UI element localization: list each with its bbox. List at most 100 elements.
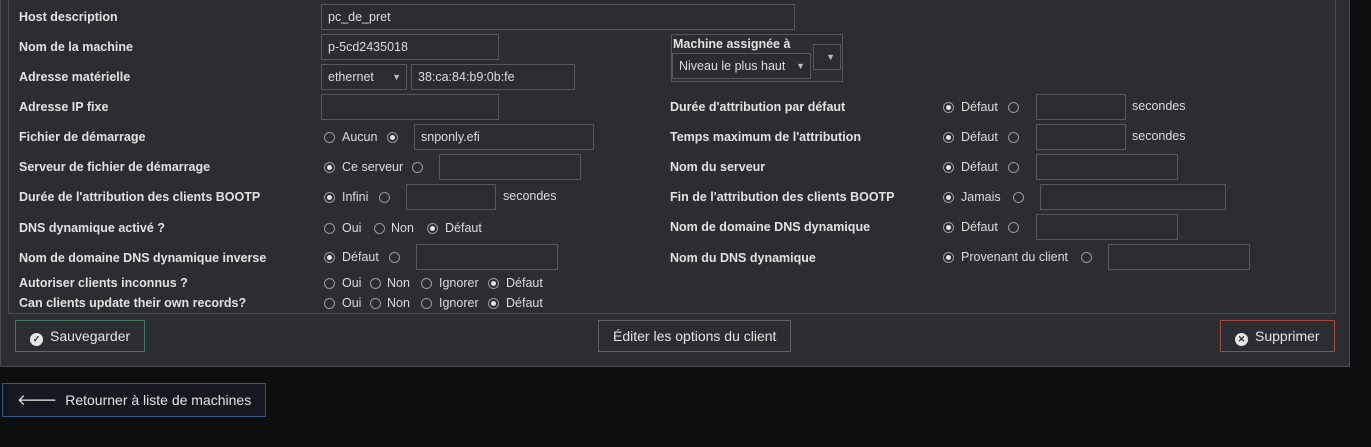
unknown-clients-default-radio[interactable]: [488, 278, 499, 289]
default-lease-custom-radio[interactable]: [1008, 102, 1019, 113]
boot-file-none-radio[interactable]: [324, 132, 335, 143]
bootp-end-custom-radio[interactable]: [1013, 192, 1024, 203]
bootp-lease-infinite-radio[interactable]: [324, 192, 335, 203]
max-lease-unit: secondes: [1132, 129, 1186, 143]
dyn-dns-no-radio[interactable]: [374, 223, 385, 234]
save-button[interactable]: ✓ Sauvegarder: [15, 320, 146, 352]
dyn-dns-yes-radio[interactable]: [324, 223, 335, 234]
max-lease-label: Temps maximum de l'attribution: [670, 130, 861, 144]
bootp-lease-input[interactable]: [406, 184, 496, 210]
delete-button[interactable]: ✕ Supprimer: [1220, 320, 1335, 352]
default-lease-label: Durée d'attribution par défaut: [670, 100, 846, 114]
save-button-label: Sauvegarder: [50, 328, 131, 344]
unknown-clients-ignore-radio[interactable]: [421, 278, 432, 289]
max-lease-custom-radio[interactable]: [1008, 132, 1019, 143]
hw-type-select[interactable]: ethernet ▼: [321, 64, 407, 90]
client-updates-no-text: Non: [387, 296, 410, 310]
assigned-level-value: Niveau le plus haut: [679, 59, 786, 73]
hw-type-value: ethernet: [328, 70, 374, 84]
unknown-clients-ignore-text: Ignorer: [439, 276, 479, 290]
boot-server-this-radio[interactable]: [324, 162, 335, 173]
unknown-clients-no-text: Non: [387, 276, 410, 290]
boot-server-custom-radio[interactable]: [412, 162, 423, 173]
host-description-input[interactable]: pc_de_pret: [321, 4, 795, 30]
client-updates-label: Can clients update their own records?: [19, 296, 247, 310]
bootp-lease-infinite-text: Infini: [342, 190, 369, 204]
bootp-end-label: Fin de l'attribution des clients BOOTP: [670, 190, 895, 204]
bootp-lease-custom-radio[interactable]: [379, 192, 390, 203]
client-updates-ignore-radio[interactable]: [421, 298, 432, 309]
dyn-dns-label: DNS dynamique activé ?: [19, 221, 165, 235]
server-name-default-text: Défaut: [961, 160, 998, 174]
assigned-target-select[interactable]: ▼: [813, 44, 841, 70]
max-lease-default-text: Défaut: [961, 130, 998, 144]
reverse-dns-default-radio[interactable]: [324, 252, 335, 263]
chevron-down-icon: ▼: [392, 72, 401, 82]
back-to-machines-button[interactable]: 🡐 Retourner à liste de machines: [2, 383, 267, 417]
reverse-dns-input[interactable]: [416, 244, 558, 270]
edit-client-options-label: Éditer les options du client: [613, 328, 777, 344]
dyn-dns-name-label: Nom du DNS dynamique: [670, 251, 816, 265]
host-form: Host description pc_de_pret Nom de la ma…: [8, 0, 1336, 314]
dyn-dns-domain-default-text: Défaut: [961, 220, 998, 234]
client-updates-yes-radio[interactable]: [324, 298, 335, 309]
boot-server-label: Serveur de fichier de démarrage: [19, 160, 211, 174]
check-circle-icon: ✓: [30, 333, 43, 346]
reverse-dns-default-text: Défaut: [342, 250, 379, 264]
dyn-dns-name-client-text: Provenant du client: [961, 250, 1069, 264]
server-name-custom-radio[interactable]: [1008, 162, 1019, 173]
bootp-lease-unit: secondes: [503, 189, 557, 203]
chevron-down-icon: ▼: [826, 52, 835, 62]
server-name-input[interactable]: [1036, 154, 1178, 180]
bootp-end-input[interactable]: [1040, 184, 1226, 210]
boot-server-input[interactable]: [439, 154, 581, 180]
client-updates-default-radio[interactable]: [488, 298, 499, 309]
machine-name-input[interactable]: p-5cd2435018: [321, 34, 499, 60]
machine-name-label: Nom de la machine: [19, 40, 133, 54]
bootp-end-never-radio[interactable]: [943, 192, 954, 203]
hw-address-input[interactable]: 38:ca:84:b9:0b:fe: [411, 64, 575, 90]
dyn-dns-default-radio[interactable]: [427, 223, 438, 234]
unknown-clients-label: Autoriser clients inconnus ?: [19, 276, 188, 290]
boot-file-custom-radio[interactable]: [387, 132, 398, 143]
max-lease-default-radio[interactable]: [943, 132, 954, 143]
assigned-machine-label: Machine assignée à: [673, 37, 791, 51]
edit-client-options-button[interactable]: Éditer les options du client: [598, 320, 792, 352]
back-button-label: Retourner à liste de machines: [65, 392, 252, 408]
client-updates-yes-text: Oui: [342, 296, 362, 310]
boot-file-none-text: Aucun: [342, 130, 378, 144]
boot-filename-input[interactable]: snponly.efi: [414, 124, 594, 150]
default-lease-unit: secondes: [1132, 99, 1186, 113]
boot-server-this-text: Ce serveur: [342, 160, 404, 174]
dyn-dns-name-client-radio[interactable]: [943, 252, 954, 263]
hardware-address-label: Adresse matérielle: [19, 70, 131, 84]
max-lease-input[interactable]: [1036, 124, 1126, 150]
dyn-dns-domain-input[interactable]: [1036, 214, 1178, 240]
unknown-clients-default-text: Défaut: [506, 276, 543, 290]
dyn-dns-name-input[interactable]: [1108, 244, 1250, 270]
client-updates-no-radio[interactable]: [370, 298, 381, 309]
host-edit-panel: Host description pc_de_pret Nom de la ma…: [0, 0, 1350, 367]
unknown-clients-no-radio[interactable]: [370, 278, 381, 289]
client-updates-ignore-text: Ignorer: [439, 296, 479, 310]
dyn-dns-default-text: Défaut: [445, 221, 482, 235]
bootp-lease-label: Durée de l'attribution des clients BOOTP: [19, 190, 261, 204]
dyn-dns-name-custom-radio[interactable]: [1081, 252, 1092, 263]
dyn-dns-yes-text: Oui: [342, 221, 362, 235]
server-name-default-radio[interactable]: [943, 162, 954, 173]
default-lease-default-radio[interactable]: [943, 102, 954, 113]
unknown-clients-yes-text: Oui: [342, 276, 362, 290]
close-circle-icon: ✕: [1235, 333, 1248, 346]
default-lease-input[interactable]: [1036, 94, 1126, 120]
delete-button-label: Supprimer: [1255, 328, 1320, 344]
fixed-ip-label: Adresse IP fixe: [19, 100, 109, 114]
reverse-dns-label: Nom de domaine DNS dynamique inverse: [19, 251, 267, 265]
chevron-down-icon: ▼: [796, 61, 805, 71]
assigned-level-select[interactable]: Niveau le plus haut ▼: [672, 53, 811, 79]
unknown-clients-yes-radio[interactable]: [324, 278, 335, 289]
dyn-dns-domain-custom-radio[interactable]: [1008, 222, 1019, 233]
boot-file-label: Fichier de démarrage: [19, 130, 146, 144]
fixed-ip-input[interactable]: [321, 94, 499, 120]
reverse-dns-custom-radio[interactable]: [389, 252, 400, 263]
dyn-dns-domain-default-radio[interactable]: [943, 222, 954, 233]
